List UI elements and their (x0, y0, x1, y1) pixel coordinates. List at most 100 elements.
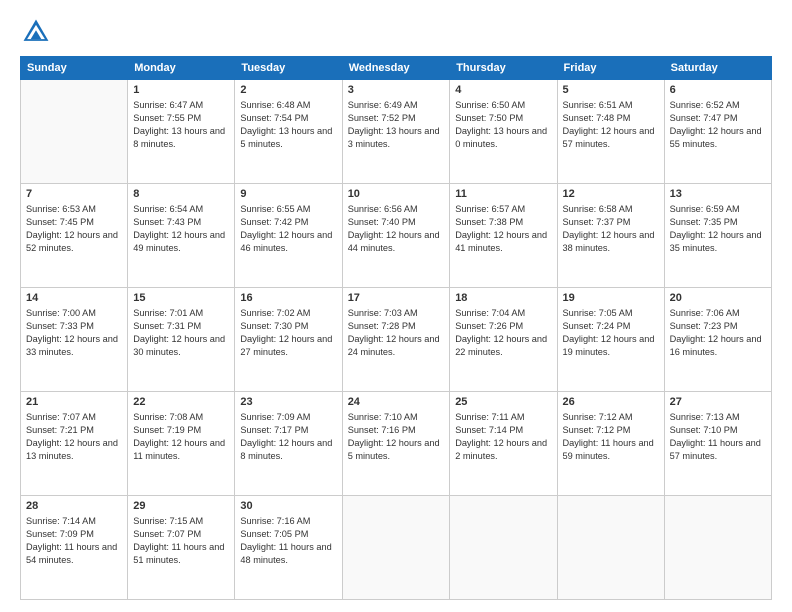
daylight-text: Daylight: 11 hours and 59 minutes. (563, 438, 654, 461)
sunset-text: Sunset: 7:52 PM (348, 113, 416, 123)
cell-content: 27Sunrise: 7:13 AMSunset: 7:10 PMDayligh… (670, 395, 766, 463)
calendar-cell (21, 80, 128, 184)
cell-content: 8Sunrise: 6:54 AMSunset: 7:43 PMDaylight… (133, 187, 229, 255)
daylight-text: Daylight: 13 hours and 3 minutes. (348, 126, 440, 149)
daylight-text: Daylight: 13 hours and 0 minutes. (455, 126, 547, 149)
daylight-text: Daylight: 12 hours and 38 minutes. (563, 230, 655, 253)
cell-content: 26Sunrise: 7:12 AMSunset: 7:12 PMDayligh… (563, 395, 659, 463)
calendar-cell: 24Sunrise: 7:10 AMSunset: 7:16 PMDayligh… (342, 392, 450, 496)
day-number: 4 (455, 83, 551, 98)
sunrise-text: Sunrise: 7:13 AM (670, 412, 740, 422)
calendar-cell: 13Sunrise: 6:59 AMSunset: 7:35 PMDayligh… (664, 184, 771, 288)
cell-content: 9Sunrise: 6:55 AMSunset: 7:42 PMDaylight… (240, 187, 336, 255)
daylight-text: Daylight: 13 hours and 8 minutes. (133, 126, 225, 149)
calendar-cell: 14Sunrise: 7:00 AMSunset: 7:33 PMDayligh… (21, 288, 128, 392)
calendar-cell: 25Sunrise: 7:11 AMSunset: 7:14 PMDayligh… (450, 392, 557, 496)
day-number: 16 (240, 291, 336, 306)
calendar-cell: 12Sunrise: 6:58 AMSunset: 7:37 PMDayligh… (557, 184, 664, 288)
daylight-text: Daylight: 12 hours and 30 minutes. (133, 334, 225, 357)
sunset-text: Sunset: 7:31 PM (133, 321, 201, 331)
sunrise-text: Sunrise: 7:14 AM (26, 516, 96, 526)
sunrise-text: Sunrise: 6:59 AM (670, 204, 740, 214)
daylight-text: Daylight: 11 hours and 57 minutes. (670, 438, 761, 461)
day-header-friday: Friday (557, 57, 664, 80)
cell-content: 12Sunrise: 6:58 AMSunset: 7:37 PMDayligh… (563, 187, 659, 255)
sunrise-text: Sunrise: 7:01 AM (133, 308, 203, 318)
calendar-cell: 26Sunrise: 7:12 AMSunset: 7:12 PMDayligh… (557, 392, 664, 496)
day-number: 19 (563, 291, 659, 306)
sunrise-text: Sunrise: 6:58 AM (563, 204, 633, 214)
sunrise-text: Sunrise: 6:53 AM (26, 204, 96, 214)
daylight-text: Daylight: 12 hours and 52 minutes. (26, 230, 118, 253)
sunrise-text: Sunrise: 6:50 AM (455, 100, 525, 110)
cell-content: 11Sunrise: 6:57 AMSunset: 7:38 PMDayligh… (455, 187, 551, 255)
cell-content: 19Sunrise: 7:05 AMSunset: 7:24 PMDayligh… (563, 291, 659, 359)
cell-content: 5Sunrise: 6:51 AMSunset: 7:48 PMDaylight… (563, 83, 659, 151)
sunset-text: Sunset: 7:55 PM (133, 113, 201, 123)
cell-content: 16 Sunrise: 7:02 AM Sunset: 7:30 PM Dayligh… (240, 291, 336, 359)
daylight-text: Daylight: 12 hours and 5 minutes. (348, 438, 440, 461)
sunset-text: Sunset: 7:17 PM (240, 425, 308, 435)
calendar-cell: 3Sunrise: 6:49 AMSunset: 7:52 PMDaylight… (342, 80, 450, 184)
week-row-3: 21Sunrise: 7:07 AMSunset: 7:21 PMDayligh… (21, 392, 772, 496)
cell-content: 22Sunrise: 7:08 AMSunset: 7:19 PMDayligh… (133, 395, 229, 463)
sunrise-text: Sunrise: 7:00 AM (26, 308, 96, 318)
sunrise-text: Sunrise: 7:08 AM (133, 412, 203, 422)
day-number: 1 (133, 83, 229, 98)
calendar-cell: 23Sunrise: 7:09 AMSunset: 7:17 PMDayligh… (235, 392, 342, 496)
calendar-cell: 9Sunrise: 6:55 AMSunset: 7:42 PMDaylight… (235, 184, 342, 288)
sunset-text: Sunset: 7:19 PM (133, 425, 201, 435)
sunrise-text: Sunrise: 6:56 AM (348, 204, 418, 214)
calendar-cell (342, 496, 450, 600)
daylight-text: Daylight: 12 hours and 16 minutes. (670, 334, 762, 357)
calendar-cell: 7 Sunrise: 6:53 AM Sunset: 7:45 PM Daylight… (21, 184, 128, 288)
sunset-text: Sunset: 7:07 PM (133, 529, 201, 539)
day-number: 23 (240, 395, 336, 410)
day-number: 9 (240, 187, 336, 202)
calendar-cell: 15Sunrise: 7:01 AMSunset: 7:31 PMDayligh… (128, 288, 235, 392)
sunrise-text: Sunrise: 7:02 AM (240, 308, 310, 318)
sunset-text: Sunset: 7:16 PM (348, 425, 416, 435)
daylight-text: Daylight: 12 hours and 27 minutes. (240, 334, 332, 357)
sunset-text: Sunset: 7:26 PM (455, 321, 523, 331)
day-number: 7 (26, 187, 122, 202)
day-header-tuesday: Tuesday (235, 57, 342, 80)
cell-content: 7 Sunrise: 6:53 AM Sunset: 7:45 PM Daylight… (26, 187, 122, 255)
sunset-text: Sunset: 7:30 PM (240, 321, 308, 331)
calendar-cell (664, 496, 771, 600)
daylight-text: Daylight: 12 hours and 55 minutes. (670, 126, 762, 149)
calendar-table: SundayMondayTuesdayWednesdayThursdayFrid… (20, 56, 772, 600)
cell-content: 28Sunrise: 7:14 AMSunset: 7:09 PMDayligh… (26, 499, 122, 567)
sunset-text: Sunset: 7:09 PM (26, 529, 94, 539)
sunrise-text: Sunrise: 7:03 AM (348, 308, 418, 318)
sunset-text: Sunset: 7:35 PM (670, 217, 738, 227)
cell-content: 1 Sunrise: 6:47 AM Sunset: 7:55 PM Daylight… (133, 83, 229, 151)
daylight-text: Daylight: 12 hours and 13 minutes. (26, 438, 118, 461)
calendar-cell: 22Sunrise: 7:08 AMSunset: 7:19 PMDayligh… (128, 392, 235, 496)
sunrise-text: Sunrise: 6:48 AM (240, 100, 310, 110)
sunset-text: Sunset: 7:33 PM (26, 321, 94, 331)
sunrise-text: Sunrise: 6:54 AM (133, 204, 203, 214)
sunrise-text: Sunrise: 7:11 AM (455, 412, 524, 422)
day-number: 3 (348, 83, 445, 98)
day-number: 27 (670, 395, 766, 410)
calendar-cell: 2Sunrise: 6:48 AMSunset: 7:54 PMDaylight… (235, 80, 342, 184)
sunset-text: Sunset: 7:40 PM (348, 217, 416, 227)
daylight-text: Daylight: 12 hours and 41 minutes. (455, 230, 547, 253)
sunrise-text: Sunrise: 7:04 AM (455, 308, 525, 318)
calendar-cell: 6Sunrise: 6:52 AMSunset: 7:47 PMDaylight… (664, 80, 771, 184)
day-number: 8 (133, 187, 229, 202)
calendar-cell: 5Sunrise: 6:51 AMSunset: 7:48 PMDaylight… (557, 80, 664, 184)
calendar-cell: 17Sunrise: 7:03 AMSunset: 7:28 PMDayligh… (342, 288, 450, 392)
daylight-text: Daylight: 12 hours and 46 minutes. (240, 230, 332, 253)
cell-content: 30Sunrise: 7:16 AMSunset: 7:05 PMDayligh… (240, 499, 336, 567)
daylight-text: Daylight: 12 hours and 2 minutes. (455, 438, 547, 461)
daylight-text: Daylight: 12 hours and 22 minutes. (455, 334, 547, 357)
sunset-text: Sunset: 7:45 PM (26, 217, 94, 227)
sunset-text: Sunset: 7:12 PM (563, 425, 631, 435)
day-number: 22 (133, 395, 229, 410)
sunrise-text: Sunrise: 6:47 AM (133, 100, 203, 110)
cell-content: 2Sunrise: 6:48 AMSunset: 7:54 PMDaylight… (240, 83, 336, 151)
day-header-saturday: Saturday (664, 57, 771, 80)
sunset-text: Sunset: 7:38 PM (455, 217, 523, 227)
